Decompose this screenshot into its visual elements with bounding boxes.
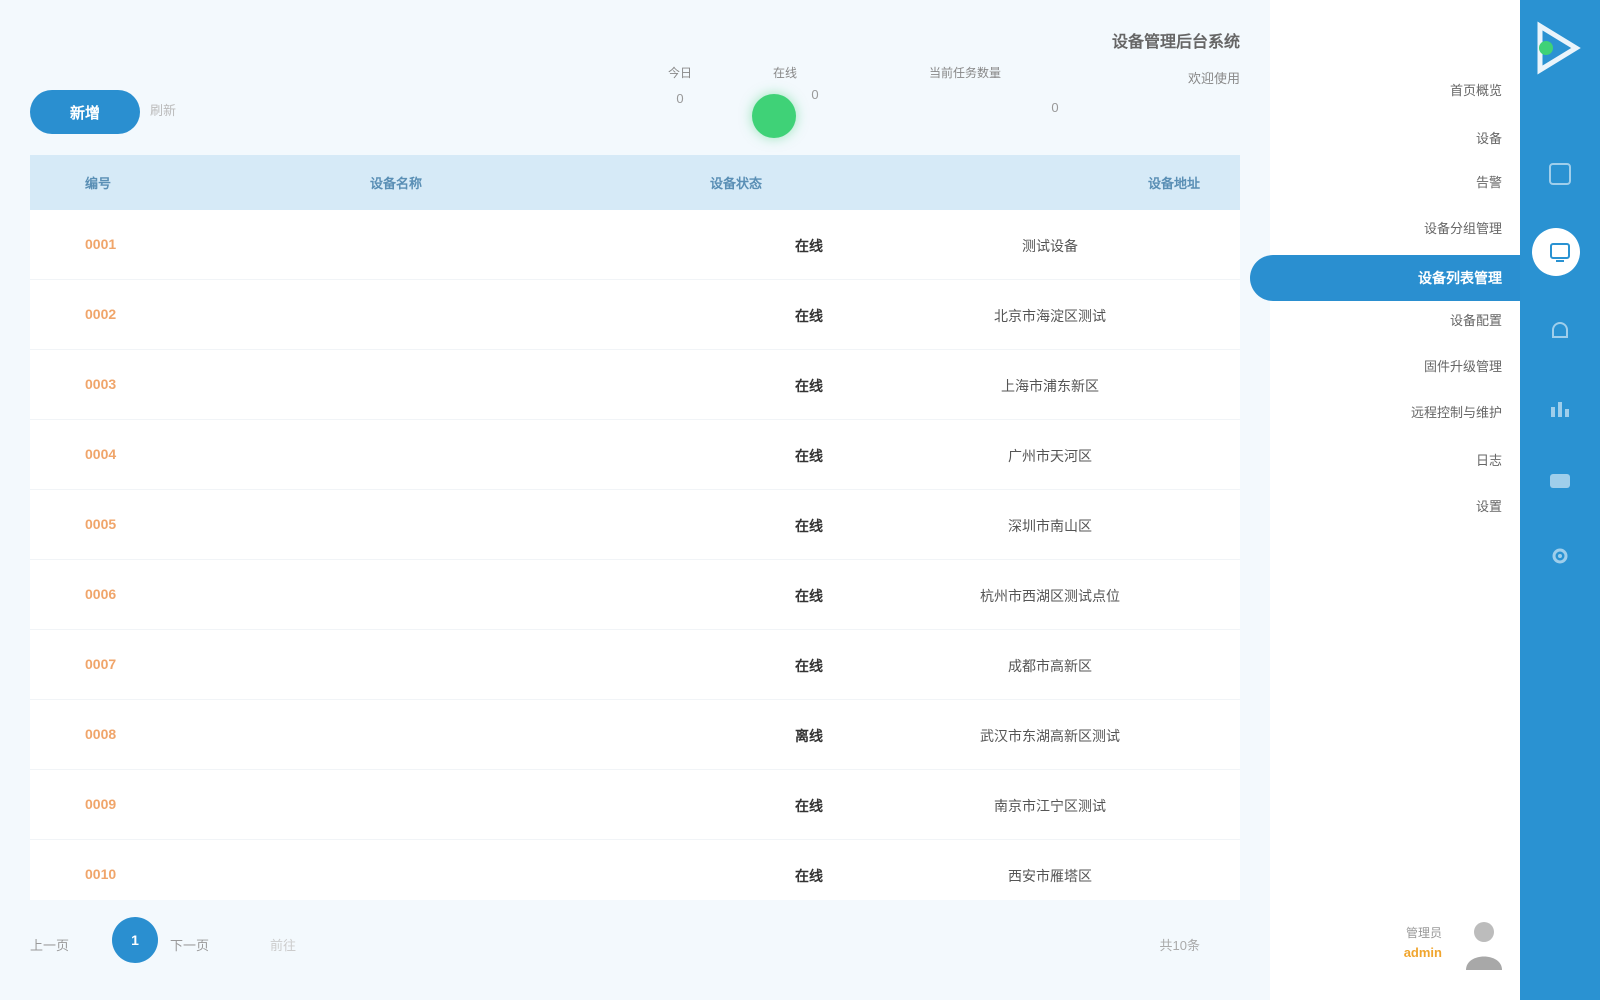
toolbar: 新增 刷新 今日 0 在线 0 当前任务数量 0 设备管理后台系统 欢迎使用 (30, 20, 1240, 140)
stat-online-label: 在线 (772, 66, 797, 80)
cell-address: 测试设备 (1022, 238, 1078, 254)
stat-today-value: 0 (676, 91, 684, 106)
column-header-code[interactable]: 编号 (85, 173, 111, 192)
main-area: 新增 刷新 今日 0 在线 0 当前任务数量 0 设备管理后台系统 欢迎使用 编… (0, 0, 1270, 1000)
stat-tasks-label: 当前任务数量 (928, 66, 1001, 80)
pagination: 上一页 1 下一页 前往 共10条 (30, 905, 1240, 985)
cell-code: 0004 (85, 446, 117, 462)
cell-status: 在线 (795, 378, 823, 394)
sidebar-item-alarms[interactable]: 告警 (1476, 172, 1502, 191)
table-row[interactable]: 0010 在线 西安市雁塔区 (30, 840, 1240, 910)
cell-code: 0007 (85, 656, 117, 672)
sidebar-item-overview[interactable]: 首页概览 (1450, 80, 1502, 99)
user-avatar-icon (1466, 922, 1502, 970)
cell-address: 杭州市西湖区测试点位 (980, 588, 1120, 604)
cell-status: 在线 (795, 798, 823, 814)
refresh-button[interactable]: 刷新 (150, 100, 176, 119)
cell-address: 深圳市南山区 (1008, 518, 1092, 534)
sidebar: 首页概览 设备 告警 设备分组管理 设备列表管理 设备配置 固件升级管理 远程控… (1250, 0, 1520, 1000)
cell-code: 0001 (85, 236, 117, 252)
cell-address: 西安市雁塔区 (1008, 868, 1092, 884)
user-name: admin (1403, 945, 1442, 960)
sidebar-item-device-groups[interactable]: 设备分组管理 (1424, 218, 1502, 237)
add-button[interactable]: 新增 (30, 90, 140, 134)
cell-status: 在线 (795, 518, 823, 534)
page-jump[interactable]: 前往 (270, 935, 296, 954)
cell-code: 0009 (85, 796, 117, 812)
next-page-button[interactable]: 下一页 (170, 935, 209, 954)
table-row[interactable]: 0005 在线 深圳市南山区 (30, 490, 1240, 560)
sidebar-item-remote[interactable]: 远程控制与维护 (1411, 402, 1502, 421)
sidebar-item-device-config[interactable]: 设备配置 (1450, 310, 1502, 329)
sidebar-item-logs[interactable]: 日志 (1476, 450, 1502, 469)
current-page-button[interactable]: 1 (112, 917, 158, 963)
sidebar-item-devices[interactable]: 设备 (1476, 128, 1502, 147)
cell-status: 离线 (795, 728, 823, 744)
stat-extra: 0 (1030, 100, 1080, 115)
alarm-icon[interactable] (1544, 316, 1576, 348)
stat-online: 在线 0 (750, 64, 820, 102)
stat-tasks: 当前任务数量 (890, 64, 1040, 91)
cell-code: 0006 (85, 586, 117, 602)
column-header-status[interactable]: 设备状态 (710, 173, 762, 192)
cell-status: 在线 (795, 308, 823, 324)
table-row[interactable]: 0007 在线 成都市高新区 (30, 630, 1240, 700)
home-icon[interactable] (1544, 158, 1576, 190)
cell-status: 在线 (795, 238, 823, 254)
stat-today: 今日 0 (650, 64, 710, 106)
table-row[interactable]: 0003 在线 上海市浦东新区 (30, 350, 1240, 420)
cell-address: 武汉市东湖高新区测试 (980, 728, 1120, 744)
cell-status: 在线 (795, 448, 823, 464)
cell-code: 0010 (85, 866, 117, 882)
logo-icon[interactable] (1532, 20, 1588, 76)
user-role: 管理员 (1405, 926, 1442, 940)
icon-rail (1520, 0, 1600, 1000)
table-row[interactable]: 0009 在线 南京市江宁区测试 (30, 770, 1240, 840)
table-row[interactable]: 0004 在线 广州市天河区 (30, 420, 1240, 490)
settings-icon[interactable] (1544, 540, 1576, 572)
page-subtitle: 欢迎使用 (1187, 71, 1240, 86)
column-header-address[interactable]: 设备地址 (1148, 173, 1200, 192)
stat-extra-value: 0 (1051, 100, 1059, 115)
cell-code: 0002 (85, 306, 117, 322)
cell-address: 广州市天河区 (1008, 448, 1092, 464)
cell-address: 北京市海淀区测试 (994, 308, 1106, 324)
sidebar-item-label: 设备列表管理 (1418, 270, 1502, 286)
page-title: 设备管理后台系统 (1111, 34, 1240, 51)
column-header-name[interactable]: 设备名称 (370, 173, 422, 192)
cell-code: 0008 (85, 726, 117, 742)
device-icon[interactable] (1544, 236, 1576, 268)
stat-online-value: 0 (811, 87, 819, 102)
cell-status: 在线 (795, 658, 823, 674)
sidebar-item-firmware[interactable]: 固件升级管理 (1424, 356, 1502, 375)
message-icon[interactable] (1544, 466, 1576, 498)
device-table: 编号 设备名称 设备状态 设备地址 0001 在线 测试设备 0002 在线 北… (30, 155, 1240, 900)
prev-page-button[interactable]: 上一页 (30, 935, 69, 954)
table-row[interactable]: 0008 离线 武汉市东湖高新区测试 (30, 700, 1240, 770)
table-row[interactable]: 0001 在线 测试设备 (30, 210, 1240, 280)
table-header: 编号 设备名称 设备状态 设备地址 (30, 155, 1240, 210)
chart-icon[interactable] (1544, 392, 1576, 424)
cell-address: 南京市江宁区测试 (994, 798, 1106, 814)
total-count: 共10条 (1159, 938, 1200, 953)
table-row[interactable]: 0002 在线 北京市海淀区测试 (30, 280, 1240, 350)
stat-today-label: 今日 (667, 66, 692, 80)
table-row[interactable]: 0006 在线 杭州市西湖区测试点位 (30, 560, 1240, 630)
cell-code: 0003 (85, 376, 117, 392)
cell-status: 在线 (795, 588, 823, 604)
cell-code: 0005 (85, 516, 117, 532)
cell-address: 上海市浦东新区 (1001, 378, 1099, 394)
cell-status: 在线 (795, 868, 823, 884)
avatar[interactable] (1460, 912, 1508, 970)
sidebar-item-settings[interactable]: 设置 (1476, 496, 1502, 515)
user-info[interactable]: 管理员 admin (1404, 924, 1442, 960)
sidebar-item-device-list[interactable]: 设备列表管理 (1250, 255, 1520, 301)
cell-address: 成都市高新区 (1008, 658, 1092, 674)
